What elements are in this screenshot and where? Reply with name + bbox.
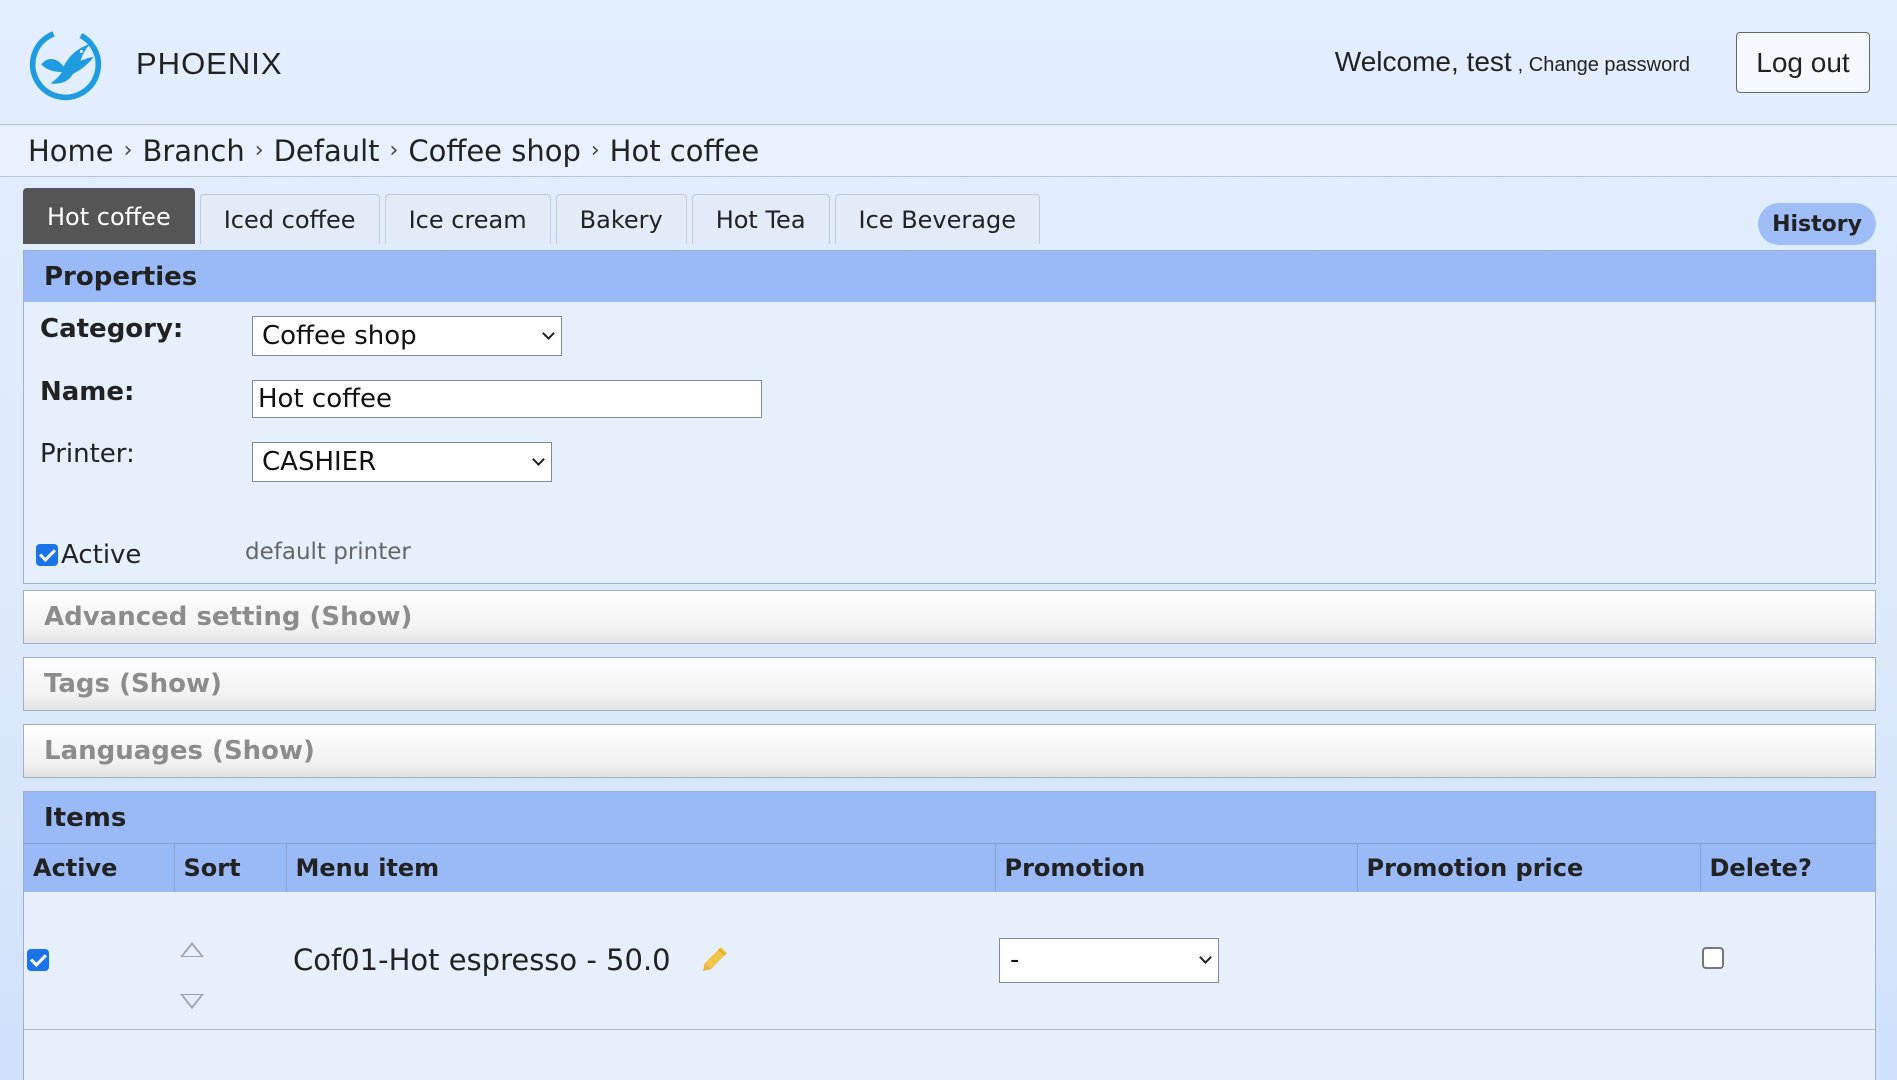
column-header-promotion: Promotion (995, 843, 1358, 892)
column-header-menu-item: Menu item (286, 843, 996, 892)
category-select-value: Coffee shop (262, 321, 417, 351)
properties-title: Properties (24, 251, 1875, 302)
row-delete-checkbox[interactable] (1702, 947, 1724, 970)
row-sort-cell (174, 1029, 286, 1080)
properties-panel: Properties Category: Coffee shop Name: H… (23, 250, 1876, 584)
row-menu-item-cell: Cof01-Hot espresso - 50.0 (286, 891, 995, 1030)
phoenix-logo-icon[interactable] (28, 27, 103, 102)
breadcrumb-branch[interactable]: Branch (142, 134, 244, 168)
column-header-promotion-price: Promotion price (1357, 843, 1701, 892)
brand-name: PHOENIX (136, 46, 283, 81)
breadcrumb-separator: › (123, 138, 133, 163)
properties-body: Category: Coffee shop Name: Hot coffee P… (24, 302, 1875, 583)
languages-toggle[interactable]: Languages (Show) (23, 724, 1876, 778)
promotion-select[interactable]: - (999, 937, 1219, 983)
breadcrumb-home[interactable]: Home (28, 134, 114, 168)
items-panel: Items Active Sort Menu item Promotion Pr… (23, 791, 1876, 1080)
promotion-select-value: - (1010, 945, 1020, 976)
row-sort-cell (174, 891, 286, 1030)
row-delete-cell (1700, 1029, 1875, 1080)
category-select[interactable]: Coffee shop (252, 316, 562, 356)
active-label: Active (61, 540, 142, 570)
name-label: Name: (40, 377, 135, 407)
tags-toggle[interactable]: Tags (Show) (23, 657, 1876, 711)
logout-button[interactable]: Log out (1736, 32, 1870, 93)
tab-iced-coffee[interactable]: Iced coffee (199, 194, 380, 244)
row-promotion-price-cell (1357, 1029, 1700, 1080)
breadcrumb-separator: › (389, 138, 399, 163)
row-menu-item-cell (286, 1029, 995, 1080)
welcome-area: Welcome, test , Change password (1335, 46, 1690, 78)
table-row (24, 1029, 1875, 1080)
edit-pencil-icon[interactable] (697, 943, 731, 977)
change-password-link[interactable]: , Change password (1518, 54, 1690, 77)
items-header-row: Active Sort Menu item Promotion Promotio… (24, 843, 1875, 892)
printer-select-value: CASHIER (262, 447, 377, 477)
printer-label: Printer: (40, 439, 135, 469)
column-header-sort: Sort (174, 843, 287, 892)
tab-hot-tea[interactable]: Hot Tea (691, 194, 830, 244)
breadcrumb-default[interactable]: Default (274, 134, 380, 168)
active-checkbox[interactable] (36, 544, 58, 566)
sort-down-arrow-icon[interactable] (180, 993, 204, 1009)
row-active-cell (24, 891, 174, 1030)
top-header: PHOENIX Welcome, test , Change password … (0, 0, 1897, 125)
chevron-down-icon (542, 327, 555, 340)
breadcrumb-coffee-shop[interactable]: Coffee shop (408, 134, 581, 168)
history-button[interactable]: History (1758, 203, 1876, 245)
chevron-down-icon (1199, 951, 1212, 965)
tab-bakery[interactable]: Bakery (555, 194, 687, 244)
items-table: Active Sort Menu item Promotion Promotio… (24, 843, 1875, 1080)
category-tabs: Hot coffee Iced coffee Ice cream Bakery … (23, 188, 1040, 244)
row-delete-cell (1700, 891, 1875, 1030)
tab-ice-beverage[interactable]: Ice Beverage (834, 194, 1040, 244)
breadcrumb: Home › Branch › Default › Coffee shop › … (0, 125, 1897, 177)
advanced-setting-toggle[interactable]: Advanced setting (Show) (23, 590, 1876, 644)
row-active-cell (24, 1029, 174, 1080)
category-label: Category: (40, 314, 184, 344)
active-row: Active (36, 540, 141, 570)
row-promotion-cell: - (995, 891, 1357, 1030)
row-promotion-cell (995, 1029, 1357, 1080)
printer-hint: default printer (245, 539, 411, 565)
sort-up-arrow-icon[interactable] (180, 941, 204, 957)
table-row: Cof01-Hot espresso - 50.0 - (24, 891, 1875, 1030)
printer-select[interactable]: CASHIER (252, 442, 552, 482)
menu-item-label: Cof01-Hot espresso - 50.0 (293, 943, 671, 978)
column-header-delete: Delete? (1700, 843, 1875, 892)
row-active-checkbox[interactable] (27, 949, 49, 972)
breadcrumb-separator: › (590, 138, 600, 163)
name-input[interactable]: Hot coffee (252, 380, 762, 418)
tab-ice-cream[interactable]: Ice cream (384, 194, 551, 244)
chevron-down-icon (532, 453, 545, 466)
items-title: Items (24, 792, 1875, 843)
breadcrumb-separator: › (254, 138, 264, 163)
row-promotion-price-cell (1357, 891, 1700, 1030)
menu-item: Cof01-Hot espresso - 50.0 (286, 943, 995, 977)
tab-hot-coffee[interactable]: Hot coffee (23, 188, 195, 244)
breadcrumb-current: Hot coffee (609, 133, 760, 168)
welcome-text: Welcome, test (1334, 46, 1512, 77)
column-header-active: Active (24, 843, 175, 892)
